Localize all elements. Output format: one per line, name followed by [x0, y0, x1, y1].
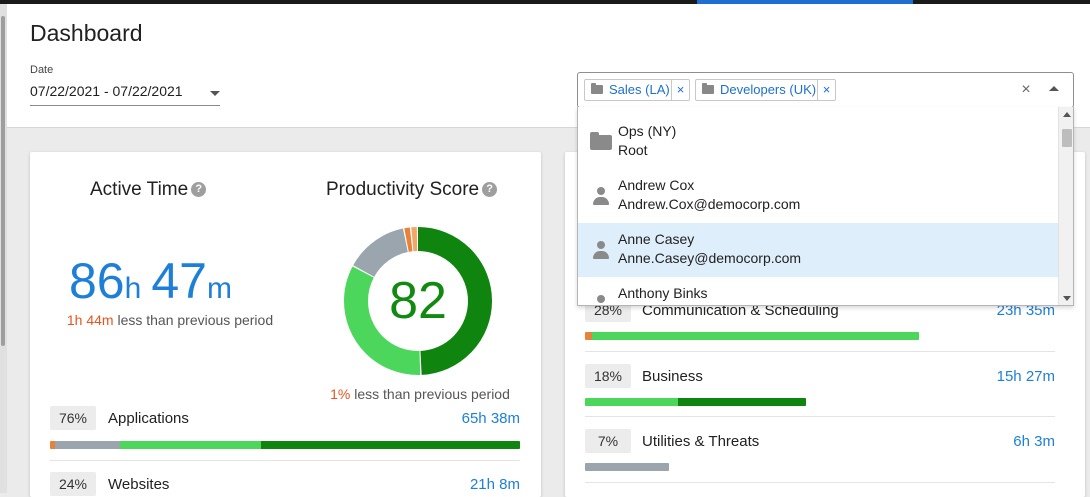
clear-icon[interactable]: × [1018, 79, 1034, 101]
productivity-heading: Productivity Score? [326, 179, 498, 201]
websites-time: 21h 8m [469, 476, 520, 493]
productivity-delta-text: less than previous period [354, 386, 510, 402]
active-hours: 86 [69, 253, 125, 309]
active-time-heading: Active Time? [90, 179, 207, 201]
chevron-up-icon[interactable] [1049, 86, 1059, 91]
category-percent: 18% [585, 364, 631, 388]
chip-label: Developers (UK) [720, 82, 817, 97]
option-title: Andrew Cox [618, 177, 695, 193]
option-subtitle: Andrew.Cox@democorp.com [618, 196, 801, 212]
person-icon [592, 240, 610, 260]
chip-sales-la[interactable]: Sales (LA) × [584, 79, 690, 101]
chip-label: Sales (LA) [609, 82, 670, 97]
option-title: Ops (NY) [618, 123, 677, 139]
group-filter-select[interactable]: Sales (LA) × Developers (UK) × × [577, 72, 1074, 108]
close-icon[interactable]: × [817, 80, 835, 100]
bar-segment [585, 332, 592, 340]
scroll-down-icon[interactable] [1063, 296, 1071, 301]
option-subtitle: Root [618, 142, 648, 158]
bar-segment [591, 332, 919, 340]
folder-icon [591, 83, 603, 94]
applications-time: 65h 38m [461, 410, 520, 427]
productivity-title: Productivity Score [326, 179, 480, 200]
active-time-delta-text: less than previous period [117, 312, 274, 328]
productivity-comparison: 1% less than previous period [320, 386, 520, 402]
date-range-value: 07/22/2021 - 07/22/2021 [30, 83, 183, 99]
chip-developers-uk[interactable]: Developers (UK) × [695, 79, 836, 101]
bar-segment [120, 441, 262, 449]
bar-segment [585, 463, 669, 471]
page-scrollbar[interactable] [0, 4, 7, 493]
dropdown-scrollbar-thumb[interactable] [1062, 129, 1072, 147]
row-divider [585, 482, 1055, 483]
page-title: Dashboard [30, 20, 143, 46]
folder-icon [702, 83, 714, 94]
group-filter-dropdown: Ops (NY) Root Andrew Cox Andrew.Cox@demo… [577, 107, 1074, 306]
productivity-donut: 82 [343, 226, 493, 376]
scroll-up-icon[interactable] [1063, 112, 1071, 117]
chevron-down-icon [210, 91, 220, 96]
help-icon[interactable]: ? [191, 182, 207, 198]
productivity-score: 82 [389, 272, 447, 330]
bar-segment [261, 441, 520, 449]
dropdown-scrollbar[interactable] [1058, 107, 1073, 305]
option-subtitle: Anne.Casey@democorp.com [618, 250, 802, 266]
category-bar [585, 463, 669, 471]
category-bar [585, 332, 919, 340]
bar-segment [677, 398, 806, 406]
category-label[interactable]: Business [642, 368, 703, 385]
folder-icon [590, 132, 612, 150]
websites-percent: 24% [50, 472, 96, 496]
option-title: Anne Casey [618, 231, 695, 247]
active-minutes-unit: m [206, 272, 232, 305]
option-ops-ny[interactable]: Ops (NY) Root [578, 115, 1058, 169]
productivity-delta: 1% [330, 386, 351, 402]
bar-segment [54, 441, 121, 449]
active-time-comparison: 1h 44m less than previous period [60, 312, 280, 329]
option-title: Anthony Binks [618, 285, 708, 301]
active-time-title: Active Time [90, 179, 189, 200]
row-divider [585, 351, 1055, 352]
applications-label[interactable]: Applications [108, 410, 189, 427]
date-label: Date [30, 64, 54, 76]
date-range-select[interactable]: 07/22/2021 - 07/22/2021 [30, 80, 220, 106]
summary-card: Active Time? 86h 47m 1h 44m less than pre… [30, 152, 541, 497]
row-divider [50, 460, 520, 461]
person-icon [592, 186, 610, 206]
active-time-total: 86h 47m [69, 252, 242, 310]
active-hours-unit: h [124, 272, 142, 305]
websites-label[interactable]: Websites [108, 476, 169, 493]
page-scrollbar-thumb[interactable] [1, 16, 5, 346]
close-icon[interactable]: × [671, 80, 689, 100]
applications-percent: 76% [50, 406, 96, 430]
active-minutes: 47 [151, 253, 207, 309]
category-label[interactable]: Utilities & Threats [642, 433, 759, 450]
category-time: 15h 27m [996, 368, 1055, 385]
category-percent: 7% [585, 429, 631, 453]
category-time: 6h 3m [1013, 433, 1055, 450]
row-divider [585, 416, 1055, 417]
person-icon [592, 294, 610, 305]
applications-bar [50, 441, 520, 449]
category-bar [585, 398, 806, 406]
help-icon[interactable]: ? [482, 182, 498, 198]
option-andrew-cox[interactable]: Andrew Cox Andrew.Cox@democorp.com [578, 169, 1058, 223]
option-anthony-binks[interactable]: Anthony Binks [578, 277, 1058, 305]
bar-segment [585, 398, 678, 406]
active-time-delta: 1h 44m [66, 312, 114, 328]
option-anne-casey[interactable]: Anne Casey Anne.Casey@democorp.com [578, 223, 1058, 277]
